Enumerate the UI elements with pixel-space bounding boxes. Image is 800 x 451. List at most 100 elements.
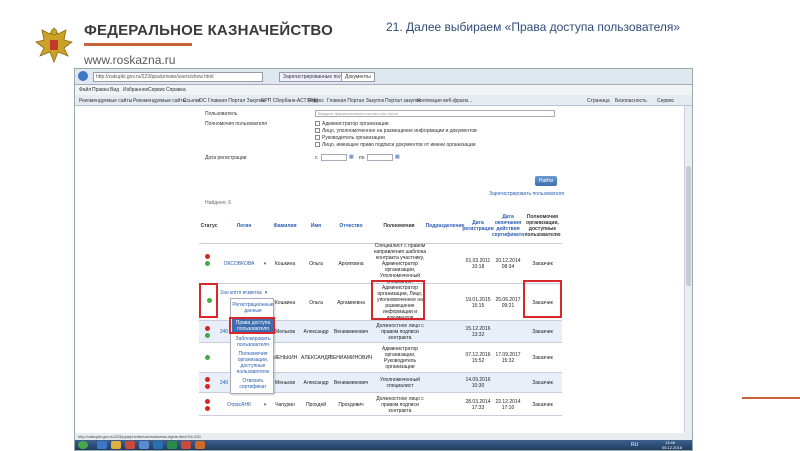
fav-7[interactable]: Главная Портал Закупок (327, 98, 384, 104)
fav-9[interactable]: Коллекция веб-фрагм... (417, 98, 472, 104)
explorer-icon[interactable] (111, 441, 121, 449)
col-patronymic[interactable]: Отчество (331, 209, 371, 243)
menu-file[interactable]: Файл (79, 87, 91, 93)
row-reg-date: 19.01.2015 15:15 (465, 296, 491, 309)
row-cert-date: 20.12.2014 08:34 (495, 258, 521, 270)
row-login[interactable]: 240 (217, 373, 231, 393)
row-patronymic: Аргамиевна (337, 299, 365, 306)
word-icon[interactable] (153, 441, 163, 449)
tab-documents[interactable]: Документы (341, 72, 375, 82)
status-check-icon (205, 355, 210, 360)
status-red-icon (205, 254, 210, 259)
menu-help[interactable]: Справка (166, 87, 186, 93)
role-checkbox-signer[interactable] (315, 142, 320, 147)
scrollbar[interactable] (684, 106, 692, 433)
role-checkbox-head[interactable] (315, 135, 320, 140)
found-count: Найдено: 6 (205, 200, 231, 206)
menu-edit[interactable]: Правка (92, 87, 109, 93)
row-surname: Кошкина (274, 261, 296, 267)
language-indicator[interactable]: RU (631, 442, 638, 448)
fav-8[interactable]: Портал закупок (385, 98, 421, 104)
pdf-icon[interactable] (181, 441, 191, 449)
row-reg-date: 01.03.2011 10:18 (465, 258, 491, 270)
row-login[interactable]: ОКСОВКОВА (219, 244, 259, 284)
row-roles: Должностное лицо с правом подписи контра… (376, 323, 424, 341)
col-reg-date[interactable]: Дата регистрации (462, 209, 493, 243)
status-bar: http://zakupki.gov.ru/223/ppa/private/us… (75, 433, 692, 440)
menu-favorites[interactable]: Избранное (123, 87, 148, 93)
menu-org-roles[interactable]: Полномочия организации, доступные пользо… (232, 351, 274, 375)
status-blocked-icon (205, 384, 210, 389)
title-underline (84, 43, 192, 46)
menu-block-user[interactable]: Заблокировать пользователя (232, 335, 274, 349)
role-checkbox-authorized[interactable] (315, 128, 320, 133)
status-check-icon (205, 333, 210, 338)
row-reg-date: 28.03.2014 17:33 (465, 399, 491, 411)
url-field[interactable]: http://zakupki.gov.ru/223/ppa/private/us… (93, 72, 263, 82)
browser-screenshot: http://zakupki.gov.ru/223/ppa/private/us… (74, 68, 693, 451)
tool-page[interactable]: Страница (587, 98, 610, 104)
col-surname[interactable]: Фамилия (269, 209, 301, 243)
menu-tools[interactable]: Сервис (148, 87, 165, 93)
table-row[interactable]: ОКСОВКОВА ▾ Кошкина Ольга Архиповна Спец… (199, 243, 562, 285)
menu-reg-data[interactable]: Регистрационные данные (232, 301, 274, 315)
app-icon[interactable] (195, 441, 205, 449)
col-department[interactable]: Подразделение (426, 209, 465, 243)
user-label: Пользователь (205, 111, 238, 117)
media-icon[interactable] (125, 441, 135, 449)
date-to-input[interactable] (367, 154, 393, 161)
table-row[interactable]: ОтрасАНК ▾ Чапурин Прохдей Прохдевич Дол… (199, 392, 562, 416)
chevron-down-icon[interactable]: ▾ (261, 393, 269, 417)
row-login[interactable]: ОтрасАНК (219, 393, 259, 417)
highlight-org-role (523, 280, 562, 318)
col-name[interactable]: Имя (301, 209, 331, 243)
tool-service[interactable]: Сервис (657, 98, 674, 104)
role-checkbox-admin[interactable] (315, 121, 320, 126)
date-from-input[interactable] (321, 154, 347, 161)
tool-security[interactable]: Безопасность (615, 98, 647, 104)
fav-6[interactable]: Яндекс (307, 98, 324, 104)
row-patronymic: Архиповна (338, 261, 364, 267)
col-cert-date[interactable]: Дата окончания действия сертификата (492, 209, 524, 243)
back-icon[interactable] (78, 71, 88, 81)
scrollbar-thumb[interactable] (686, 166, 691, 286)
menu-unbind-cert[interactable]: Отвязать сертификат (232, 377, 274, 391)
decorative-line (742, 397, 800, 399)
calendar-icon[interactable]: ▦ (349, 154, 354, 160)
fav-2[interactable]: Рекомендуемые сайты (133, 98, 186, 104)
app-icon[interactable] (139, 441, 149, 449)
status-red-icon (205, 377, 210, 382)
row-reg-date: 15.12.2016 13:32 (465, 326, 491, 338)
col-login[interactable]: Логин (219, 209, 269, 243)
excel-icon[interactable] (167, 441, 177, 449)
register-user-link[interactable]: Зарегистрировать пользователя (489, 191, 564, 197)
row-patronymic: Вениаминович (333, 329, 369, 335)
menu-view[interactable]: Вид (110, 87, 119, 93)
role-label: Полномочия пользователя (205, 121, 267, 127)
row-reg-date: 14.09.2016 10:30 (465, 377, 491, 389)
favorites-bar: Рекомендуемые сайты Рекомендуемые сайты … (75, 95, 692, 106)
col-org-roles: Полномочия организации, доступные пользо… (524, 214, 561, 238)
row-name: Ольга (309, 299, 323, 306)
start-icon[interactable] (78, 441, 88, 449)
fav-3[interactable]: Ссылки (183, 98, 201, 104)
find-button[interactable]: Найти (535, 176, 557, 186)
col-status: Статус (200, 223, 218, 229)
row-name: Александр (303, 329, 329, 335)
row-roles: Специалист с правом направления шаблона … (373, 243, 427, 285)
clock-date: 05.12.2016 (662, 445, 683, 450)
user-search-input[interactable]: Введите фамилию/имя/отчество или логин (315, 110, 555, 117)
row-org-role: Заказчик (532, 261, 553, 267)
highlight-roles (371, 280, 425, 320)
role-admin-label: Администратор организации (322, 121, 389, 127)
status-red-icon (205, 326, 210, 331)
chevron-down-icon[interactable]: ▾ (261, 244, 269, 284)
fav-1[interactable]: Рекомендуемые сайты (79, 98, 132, 104)
reg-date-label: Дата регистрации (205, 155, 247, 161)
status-blocked-icon (205, 406, 210, 411)
calendar-icon[interactable]: ▦ (395, 154, 400, 160)
fav-4[interactable]: ОС Главная Портал Закупок (199, 98, 265, 104)
ie-icon[interactable] (97, 441, 107, 449)
row-cert-date: 25.06.2017 09:21 (495, 296, 521, 309)
user-actions-dropdown: Регистрационные данные Права доступа пол… (230, 298, 274, 394)
